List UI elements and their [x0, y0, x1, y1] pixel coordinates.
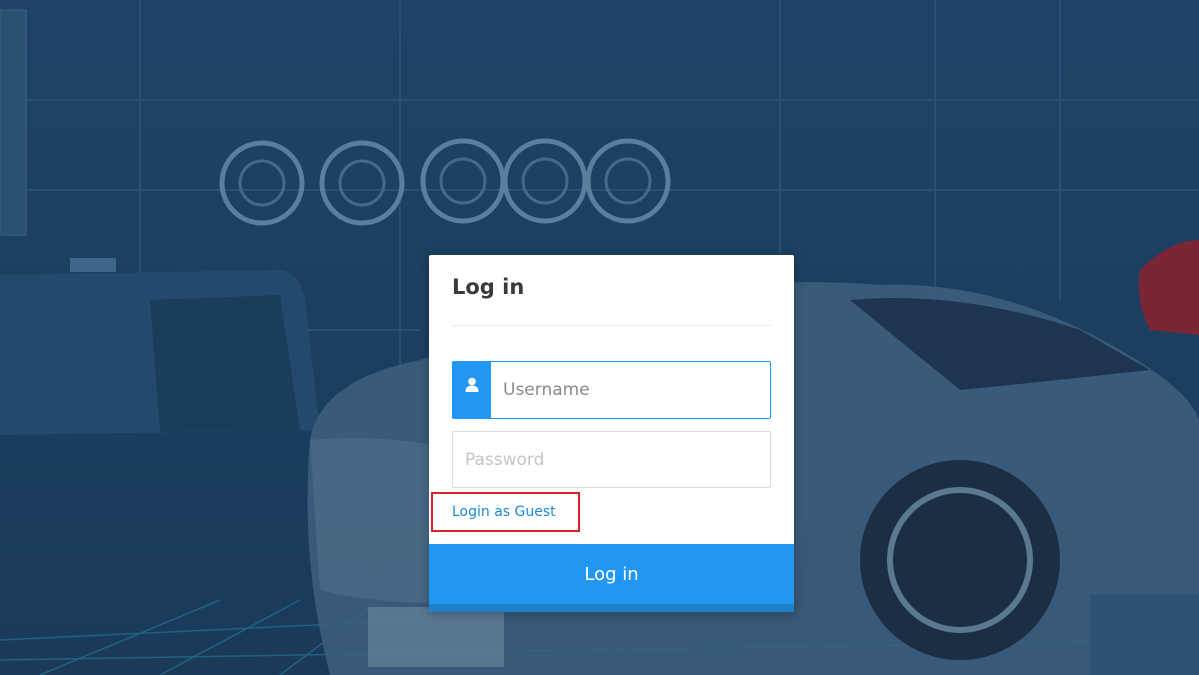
- username-input[interactable]: [491, 362, 770, 418]
- login-dialog: Log in Login as Guest Log in: [429, 255, 794, 612]
- login-button[interactable]: Log in: [429, 544, 794, 604]
- login-title: Log in: [452, 275, 525, 299]
- password-input[interactable]: [452, 431, 771, 488]
- username-field-group: [452, 361, 771, 419]
- user-icon: [453, 362, 491, 418]
- login-button-shadow: [429, 604, 794, 612]
- title-divider: [452, 325, 771, 326]
- login-as-guest-link[interactable]: Login as Guest: [452, 504, 556, 520]
